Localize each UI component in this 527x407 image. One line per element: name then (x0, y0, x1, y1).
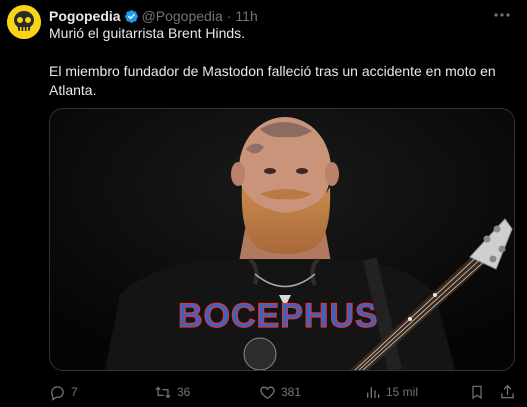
timestamp[interactable]: 11h (235, 7, 257, 25)
like-button[interactable]: 381 (259, 382, 301, 402)
views-icon (365, 384, 381, 401)
avatar[interactable] (7, 5, 41, 39)
tweet-photo[interactable]: BOCEPHUS (49, 108, 515, 371)
retweet-button[interactable]: 36 (154, 382, 190, 402)
bookmark-button[interactable] (469, 382, 485, 402)
display-name[interactable]: Pogopedia (49, 7, 121, 25)
more-options-icon[interactable] (491, 6, 513, 24)
tweet-text-line-2: El miembro fundador de Mastodon falleció… (49, 63, 496, 98)
reply-icon (49, 384, 66, 401)
views-count: 15 mil (386, 385, 419, 399)
separator-dot: · (226, 8, 232, 24)
retweet-icon (154, 384, 172, 401)
verified-badge-icon (124, 9, 139, 24)
skull-logo-icon (7, 5, 41, 39)
user-handle[interactable]: @Pogopedia (142, 7, 223, 25)
tweet-text: Murió el guitarrista Brent Hinds. El mie… (49, 24, 514, 100)
retweet-count: 36 (177, 385, 191, 399)
share-icon (499, 383, 516, 401)
tweet-actions: 7 36 381 15 mil (49, 382, 519, 402)
guitarist-photo: BOCEPHUS (50, 109, 514, 370)
reply-button[interactable]: 7 (49, 382, 78, 402)
tweet-header: Pogopedia @Pogopedia · 11h (49, 7, 258, 25)
views-button[interactable]: 15 mil (365, 382, 418, 402)
tweet[interactable]: Pogopedia @Pogopedia · 11h Murió el guit… (0, 0, 527, 407)
like-icon (259, 384, 276, 401)
shirt-print-text: BOCEPHUS (178, 297, 379, 335)
reply-count: 7 (71, 385, 78, 399)
like-count: 381 (281, 385, 302, 399)
share-button[interactable] (499, 382, 516, 402)
bookmark-icon (469, 383, 485, 401)
tweet-text-line-1: Murió el guitarrista Brent Hinds. (49, 25, 246, 41)
